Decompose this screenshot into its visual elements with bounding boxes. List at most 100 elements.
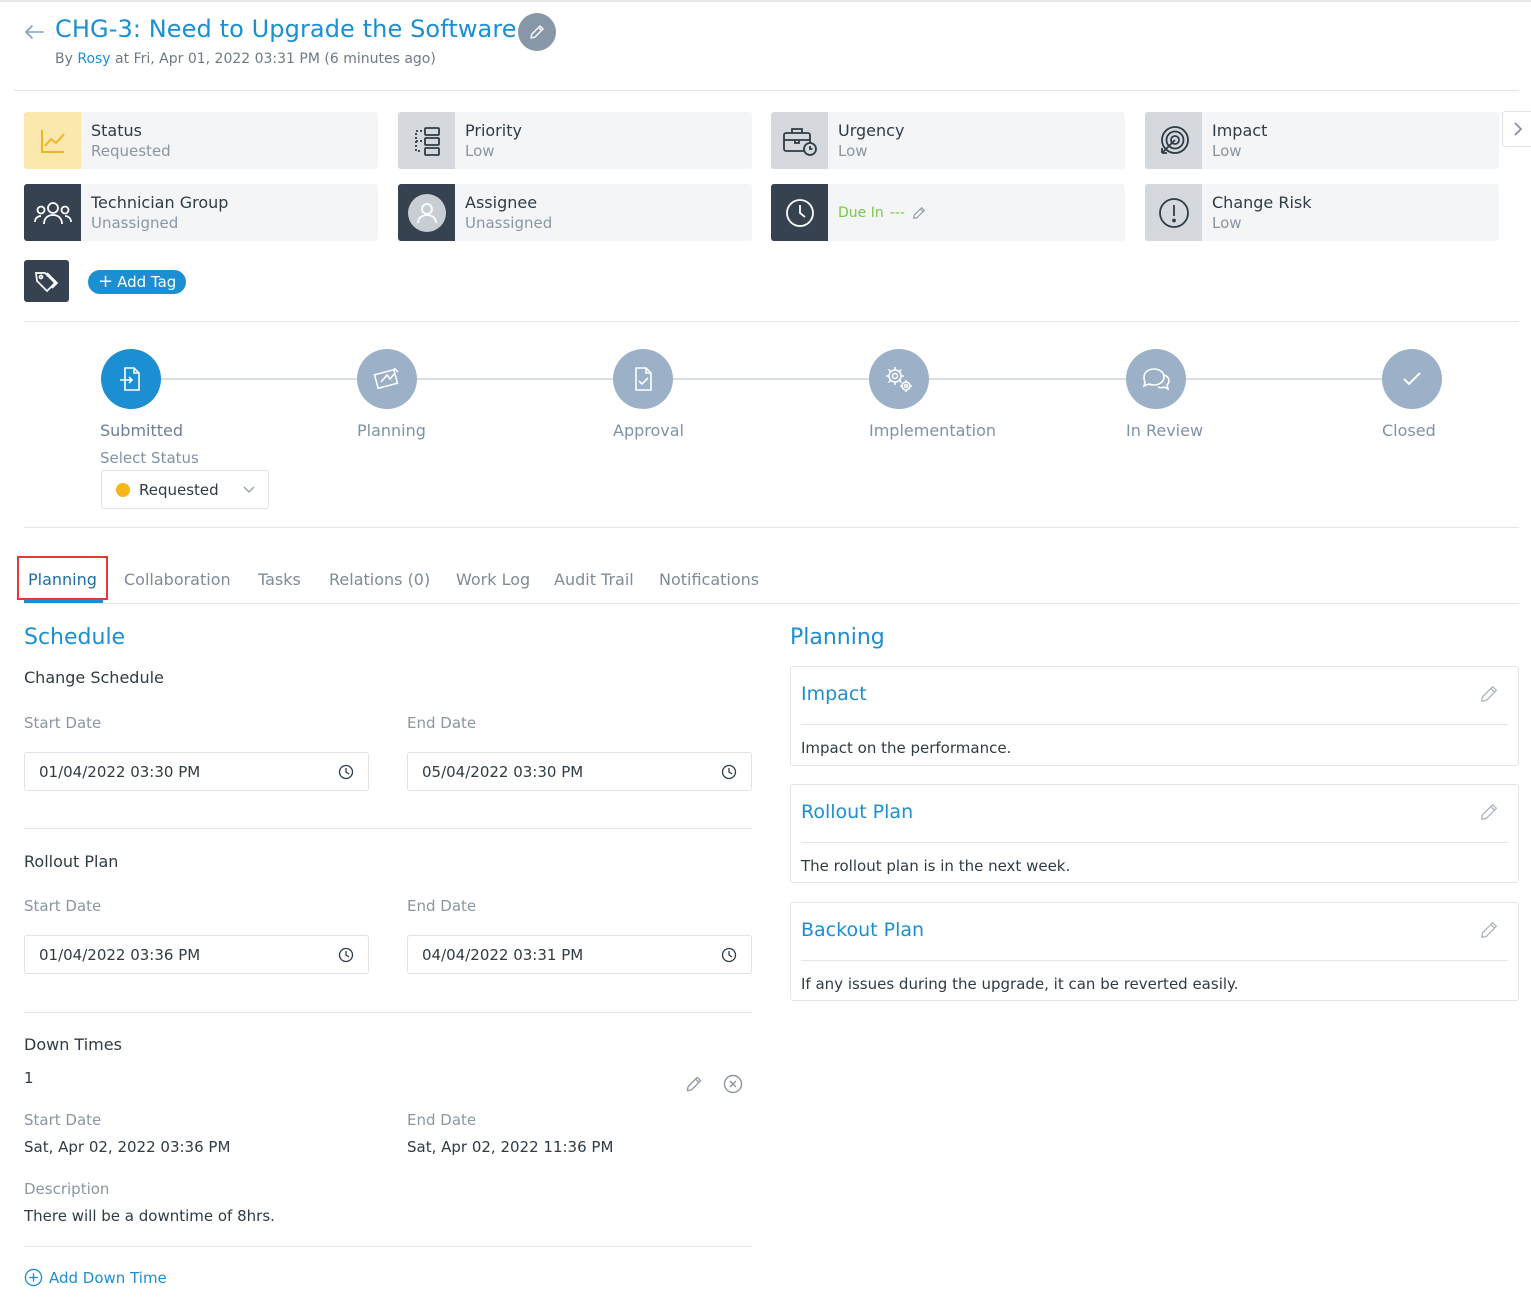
rollout-plan-text: The rollout plan is in the next week. (801, 857, 1071, 875)
assignee-label: Assignee (465, 193, 538, 212)
tabs-divider (24, 603, 1519, 604)
change-schedule-heading: Change Schedule (24, 668, 164, 687)
downtime-end-value: Sat, Apr 02, 2022 11:36 PM (407, 1138, 614, 1156)
document-check-icon (635, 367, 652, 391)
header-divider (14, 90, 1519, 91)
tab-relations[interactable]: Relations (0) (329, 570, 430, 589)
status-dropdown-value: Requested (139, 480, 219, 499)
downtime-desc-value: There will be a downtime of 8hrs. (24, 1207, 275, 1225)
due-in-row: Due In --- (838, 205, 927, 221)
downtime-desc-label: Description (24, 1180, 110, 1198)
urgency-card-value: Low (838, 142, 868, 160)
pencil-icon[interactable] (911, 205, 927, 221)
add-down-time-label: Add Down Time (49, 1268, 167, 1287)
created-by-user[interactable]: Rosy (77, 51, 110, 67)
tab-notifications[interactable]: Notifications (659, 570, 759, 589)
clock-icon[interactable] (721, 947, 737, 963)
rollout-end-input[interactable]: 04/04/2022 03:31 PM (407, 935, 752, 974)
stage-planning[interactable] (357, 349, 417, 409)
change-end-input[interactable]: 05/04/2022 03:30 PM (407, 752, 752, 791)
clock-icon[interactable] (338, 764, 354, 780)
stage-label-closed: Closed (1382, 421, 1436, 440)
tab-tasks[interactable]: Tasks (258, 570, 301, 589)
edit-backout-pencil-icon[interactable] (1478, 919, 1500, 945)
backout-plan-divider (801, 960, 1508, 961)
tab-audit-trail[interactable]: Audit Trail (554, 570, 634, 589)
briefcase-clock-icon (771, 112, 828, 169)
stage-progress-line (131, 378, 1411, 380)
downtime-end-label: End Date (407, 1111, 477, 1129)
clock-icon[interactable] (338, 947, 354, 963)
alert-circle-icon (1145, 184, 1202, 241)
status-card-value: Requested (91, 142, 171, 160)
priority-card[interactable]: Priority Low (398, 112, 752, 169)
clock-icon (771, 184, 828, 241)
by-prefix: By (55, 51, 73, 67)
change-end-label: End Date (407, 714, 477, 732)
chevron-down-icon (243, 485, 255, 493)
edit-title-button[interactable] (518, 13, 556, 51)
change-risk-label: Change Risk (1212, 193, 1312, 212)
downtime-index: 1 (24, 1069, 34, 1087)
rollout-start-input[interactable]: 01/04/2022 03:36 PM (24, 935, 369, 974)
assignee-card[interactable]: Assignee Unassigned (398, 184, 752, 241)
priority-card-label: Priority (465, 121, 522, 140)
change-risk-card[interactable]: Change Risk Low (1145, 184, 1499, 241)
status-dropdown[interactable]: Requested (101, 470, 269, 509)
change-schedule-divider (24, 828, 752, 829)
downtimes-divider (24, 1246, 752, 1247)
stage-implementation[interactable] (869, 349, 929, 409)
impact-card-value: Low (1212, 142, 1242, 160)
add-tag-button[interactable]: + Add Tag (88, 270, 187, 294)
downtimes-heading: Down Times (24, 1035, 122, 1054)
add-down-time-button[interactable]: Add Down Time (24, 1268, 167, 1287)
chat-bubbles-icon (1142, 368, 1170, 391)
tab-highlight-box (17, 556, 108, 600)
due-in-label: Due In (838, 204, 884, 221)
stage-in-review[interactable] (1126, 349, 1186, 409)
edit-downtime-pencil-icon[interactable] (684, 1074, 704, 1098)
tag-icon (24, 260, 69, 302)
back-arrow-icon[interactable] (22, 20, 46, 44)
planning-icon (373, 367, 399, 390)
tab-collaboration[interactable]: Collaboration (124, 570, 231, 589)
rollout-plan-title: Rollout Plan (801, 801, 914, 823)
tab-work-log[interactable]: Work Log (456, 570, 530, 589)
stage-closed[interactable] (1382, 349, 1442, 409)
stages-divider (24, 527, 1519, 528)
select-status-label: Select Status (100, 449, 199, 467)
change-start-label: Start Date (24, 714, 102, 732)
stage-approval[interactable] (613, 349, 673, 409)
group-icon (24, 184, 81, 241)
impact-card[interactable]: Impact Low (1145, 112, 1499, 169)
change-start-input[interactable]: 01/04/2022 03:30 PM (24, 752, 369, 791)
edit-rollout-pencil-icon[interactable] (1478, 801, 1500, 827)
next-cards-button[interactable] (1502, 111, 1531, 147)
technician-group-card[interactable]: Technician Group Unassigned (24, 184, 378, 241)
document-submit-icon (120, 367, 140, 391)
rollout-end-label: End Date (407, 897, 477, 915)
pencil-icon (530, 25, 544, 39)
rollout-start-label: Start Date (24, 897, 102, 915)
stage-label-implementation: Implementation (869, 421, 997, 440)
change-start-value: 01/04/2022 03:30 PM (39, 762, 201, 781)
status-card[interactable]: Status Requested (24, 112, 378, 169)
schedule-heading: Schedule (24, 625, 126, 650)
status-dot (116, 482, 130, 497)
downtime-start-label: Start Date (24, 1111, 102, 1129)
edit-impact-pencil-icon[interactable] (1478, 683, 1500, 709)
priority-card-value: Low (465, 142, 495, 160)
rollout-heading: Rollout Plan (24, 852, 119, 871)
clock-icon[interactable] (721, 764, 737, 780)
stage-label-planning: Planning (357, 421, 426, 440)
stage-submitted[interactable] (101, 349, 161, 409)
priority-flow-icon (398, 112, 455, 169)
rollout-divider (24, 1012, 752, 1013)
add-tag-label: Add Tag (117, 273, 177, 291)
due-in-value: --- (889, 204, 905, 221)
urgency-card[interactable]: Urgency Low (771, 112, 1125, 169)
page-title: CHG-3: Need to Upgrade the Software (55, 15, 517, 43)
remove-downtime-close-icon[interactable] (723, 1074, 743, 1098)
due-in-card[interactable]: Due In --- (771, 184, 1125, 241)
change-end-value: 05/04/2022 03:30 PM (422, 762, 584, 781)
